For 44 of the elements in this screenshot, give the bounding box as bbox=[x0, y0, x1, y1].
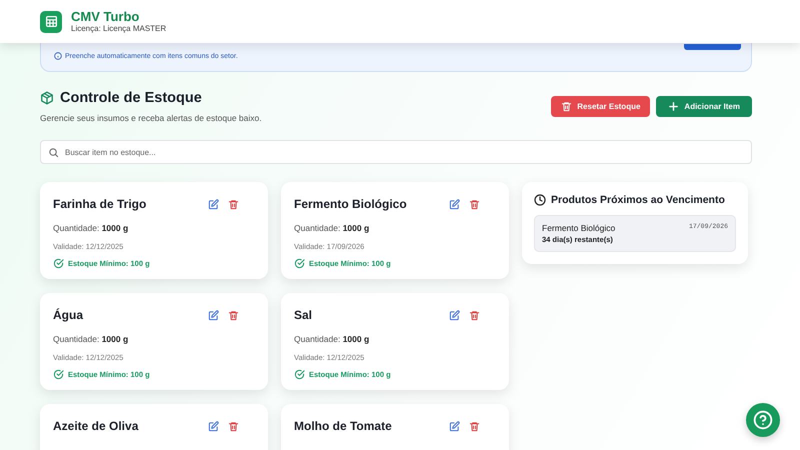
delete-icon[interactable] bbox=[469, 199, 480, 210]
section-subtitle: Gerencie seus insumos e receba alertas de estoque baixo. bbox=[40, 113, 262, 123]
help-icon bbox=[753, 410, 773, 430]
check-circle-icon bbox=[294, 258, 305, 269]
app-logo-icon bbox=[40, 10, 62, 32]
license-label: Licença: Licença MASTER bbox=[71, 24, 166, 34]
help-button[interactable] bbox=[746, 403, 780, 437]
edit-icon[interactable] bbox=[208, 421, 219, 432]
trash-icon bbox=[561, 101, 572, 112]
item-name: Azeite de Oliva bbox=[53, 419, 138, 433]
delete-icon[interactable] bbox=[228, 421, 239, 432]
quantity-text: Quantidade: 1000 g bbox=[294, 223, 370, 233]
edit-icon[interactable] bbox=[208, 199, 219, 210]
quantity-text: Quantidade: 1000 g bbox=[53, 223, 130, 233]
quantity-text: Quantidade: 1000 g bbox=[294, 334, 370, 344]
quantity-text: Quantidade: 1000 g bbox=[53, 334, 130, 344]
panel-title: Produtos Próximos ao Vencimento bbox=[551, 194, 725, 206]
check-circle-icon bbox=[53, 369, 64, 380]
delete-icon[interactable] bbox=[228, 310, 239, 321]
info-icon bbox=[54, 52, 62, 60]
delete-icon[interactable] bbox=[469, 310, 480, 321]
item-name: Fermento Biológico bbox=[294, 197, 407, 211]
edit-icon[interactable] bbox=[208, 310, 219, 321]
search-icon bbox=[48, 147, 59, 158]
app-title: CMV Turbo bbox=[71, 9, 140, 24]
product-name: Fermento Biológico bbox=[542, 223, 616, 233]
check-circle-icon bbox=[53, 258, 64, 269]
edit-icon[interactable] bbox=[449, 199, 460, 210]
item-name: Molho de Tomate bbox=[294, 419, 392, 433]
box-icon bbox=[40, 91, 54, 105]
check-circle-icon bbox=[294, 369, 305, 380]
search-field[interactable]: Buscar item no estoque... bbox=[40, 140, 752, 164]
section-title: Controle de Estoque bbox=[60, 90, 202, 106]
plus-icon bbox=[668, 101, 680, 112]
delete-icon[interactable] bbox=[228, 199, 239, 210]
item-name: Farinha de Trigo bbox=[53, 197, 146, 211]
edit-icon[interactable] bbox=[449, 310, 460, 321]
edit-icon[interactable] bbox=[449, 421, 460, 432]
item-name: Sal bbox=[294, 308, 312, 322]
clock-icon bbox=[534, 194, 546, 206]
reset-stock-button[interactable]: Resetar Estoque bbox=[551, 96, 650, 117]
add-item-button[interactable]: Adicionar Item bbox=[656, 96, 752, 117]
delete-icon[interactable] bbox=[469, 421, 480, 432]
item-name: Água bbox=[53, 308, 83, 322]
